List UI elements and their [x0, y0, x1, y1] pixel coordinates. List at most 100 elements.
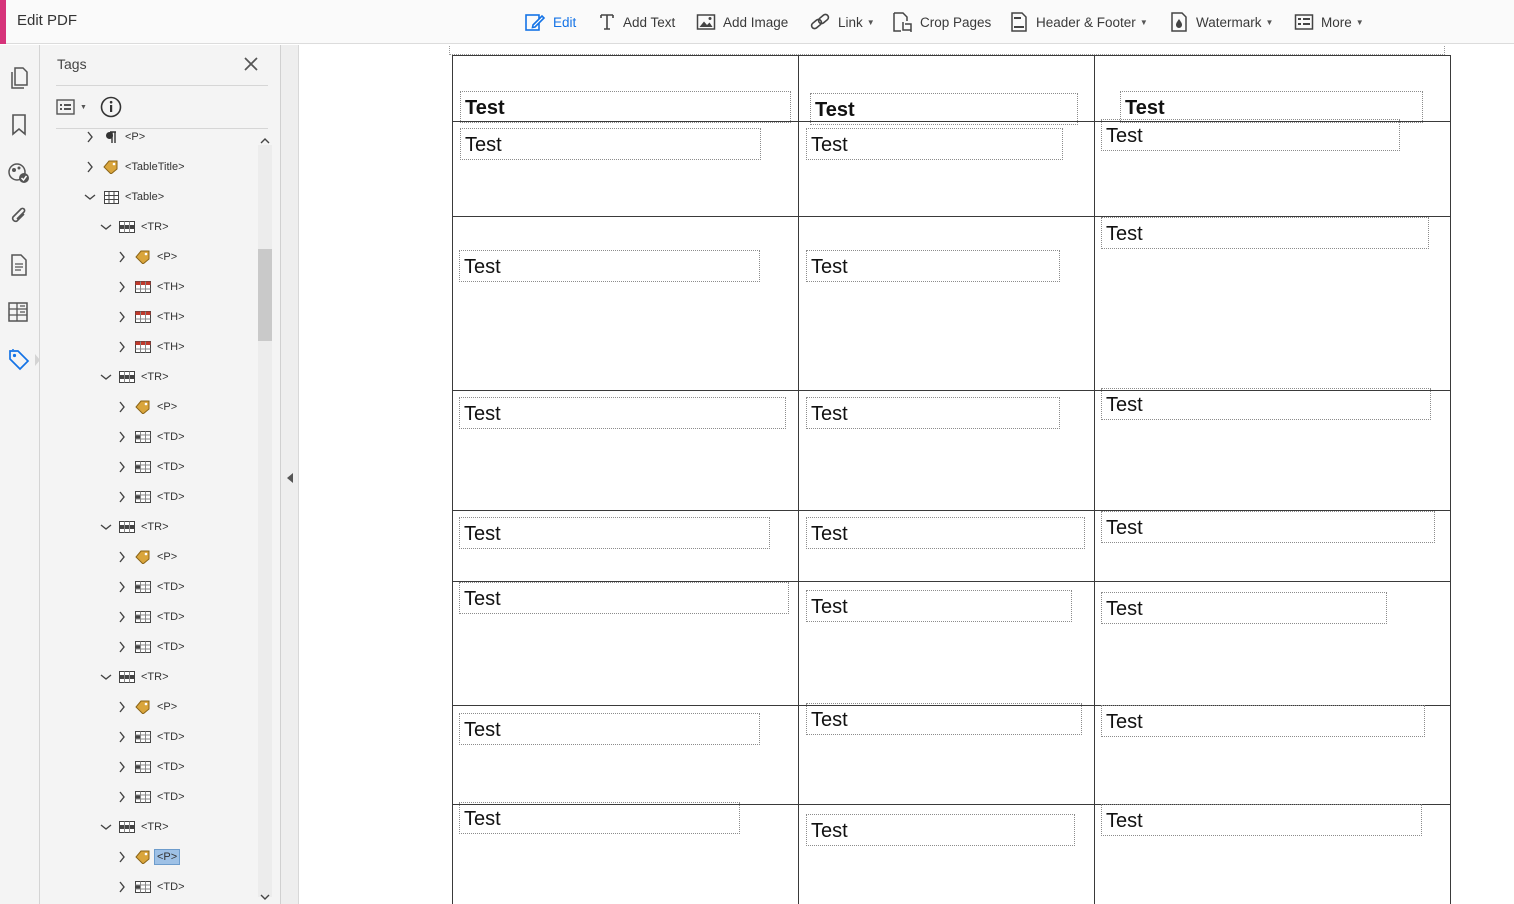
chevron-down-icon[interactable] — [99, 670, 113, 684]
bookmark-icon[interactable] — [7, 113, 31, 137]
text-box[interactable]: Test — [806, 703, 1082, 735]
chevron-down-icon[interactable] — [99, 820, 113, 834]
info-icon[interactable] — [100, 96, 122, 118]
chevron-down-icon[interactable] — [99, 370, 113, 384]
tag-tree-item[interactable]: <TR> — [99, 816, 171, 838]
text-box[interactable]: Test — [1101, 804, 1422, 836]
chevron-down-icon[interactable] — [99, 520, 113, 534]
text-box[interactable]: Test — [459, 397, 786, 429]
link-button[interactable]: Link ▼ — [809, 9, 875, 35]
text-box[interactable]: Test — [459, 517, 770, 549]
chevron-right-icon[interactable] — [115, 610, 129, 624]
tag-tree-item[interactable]: <TD> — [115, 486, 187, 508]
tree-scrollbar[interactable] — [257, 137, 273, 904]
scrollbar-thumb[interactable] — [258, 249, 272, 341]
tag-tree-item[interactable]: <TD> — [115, 606, 187, 628]
tag-tree-item[interactable]: <P> — [115, 846, 181, 868]
chevron-right-icon[interactable] — [115, 730, 129, 744]
tag-tree-item[interactable]: <TR> — [99, 516, 171, 538]
text-box[interactable]: Test — [810, 93, 1078, 125]
text-box[interactable]: Test — [459, 582, 789, 614]
tag-tree-item[interactable]: <TD> — [115, 756, 187, 778]
text-box[interactable]: Test — [806, 517, 1085, 549]
text-box[interactable]: Test — [459, 713, 760, 745]
scroll-down-icon[interactable] — [260, 893, 270, 901]
crop-pages-button[interactable]: Crop Pages — [891, 9, 991, 35]
tag-tree-item[interactable]: <TR> — [99, 666, 171, 688]
text-box[interactable]: Test — [806, 814, 1075, 846]
tags-icon[interactable] — [7, 348, 40, 372]
chevron-right-icon[interactable] — [115, 580, 129, 594]
content-icon[interactable] — [7, 161, 31, 185]
chevron-right-icon[interactable] — [115, 310, 129, 324]
tag-tree-item[interactable]: <TH> — [115, 306, 187, 328]
chevron-right-icon[interactable] — [115, 550, 129, 564]
chevron-right-icon[interactable] — [115, 760, 129, 774]
text-box[interactable]: Test — [806, 590, 1072, 622]
chevron-right-icon[interactable] — [83, 160, 97, 174]
add-text-button[interactable]: Add Text — [598, 9, 675, 35]
tag-tree-item[interactable]: <TD> — [115, 456, 187, 478]
text-box[interactable]: Test — [1101, 217, 1429, 249]
tag-tree-item[interactable]: <TR> — [99, 216, 171, 238]
chevron-right-icon[interactable] — [115, 700, 129, 714]
text-box[interactable]: Test — [460, 91, 791, 123]
watermark-button[interactable]: Watermark ▼ — [1169, 9, 1273, 35]
tag-tree-item[interactable]: <TH> — [115, 276, 187, 298]
chevron-right-icon[interactable] — [115, 850, 129, 864]
text-box[interactable]: Test — [460, 128, 761, 160]
tag-tree-item[interactable]: <TR> — [99, 366, 171, 388]
tag-tree-item[interactable]: <TD> — [115, 786, 187, 808]
text-box[interactable]: Test — [1101, 388, 1431, 420]
panel-splitter[interactable] — [281, 45, 299, 904]
tag-tree-item[interactable]: <Table> — [83, 186, 166, 208]
chevron-right-icon[interactable] — [83, 130, 97, 144]
tag-tree-item[interactable]: <TD> — [115, 636, 187, 658]
header-footer-button[interactable]: Header & Footer ▼ — [1009, 9, 1148, 35]
text-box[interactable]: Test — [1101, 119, 1400, 151]
chevron-right-icon[interactable] — [115, 250, 129, 264]
pages-icon[interactable] — [7, 66, 31, 90]
collapse-panel-icon[interactable] — [286, 473, 294, 483]
text-box[interactable] — [449, 45, 1445, 55]
chevron-down-icon[interactable] — [99, 220, 113, 234]
text-box[interactable]: Test — [459, 802, 740, 834]
text-box[interactable]: Test — [806, 128, 1063, 160]
tag-tree-item[interactable]: <TH> — [115, 336, 187, 358]
text-box[interactable]: Test — [1101, 592, 1387, 624]
tag-tree-item[interactable]: <TD> — [115, 876, 187, 898]
attachments-icon[interactable] — [7, 205, 31, 229]
text-box[interactable]: Test — [1101, 511, 1435, 543]
order-icon[interactable] — [7, 300, 31, 324]
tag-tree-item[interactable]: <TD> — [115, 426, 187, 448]
chevron-right-icon[interactable] — [115, 460, 129, 474]
edit-button[interactable]: Edit — [524, 9, 576, 35]
tag-tree-item[interactable]: <P> — [83, 130, 147, 148]
chevron-right-icon[interactable] — [115, 280, 129, 294]
tag-tree-item[interactable]: <P> — [115, 696, 179, 718]
chevron-down-icon[interactable] — [83, 190, 97, 204]
close-icon[interactable] — [242, 55, 260, 73]
text-box[interactable]: Test — [1101, 705, 1425, 737]
chevron-right-icon[interactable] — [115, 490, 129, 504]
tag-tree-item[interactable]: <TD> — [115, 576, 187, 598]
chevron-right-icon[interactable] — [115, 430, 129, 444]
tag-tree-item[interactable]: <P> — [115, 546, 179, 568]
chevron-right-icon[interactable] — [115, 640, 129, 654]
chevron-right-icon[interactable] — [115, 340, 129, 354]
add-image-button[interactable]: Add Image — [696, 9, 788, 35]
text-box[interactable]: Test — [459, 250, 760, 282]
tag-tree-item[interactable]: <P> — [115, 246, 179, 268]
text-box[interactable]: Test — [806, 250, 1060, 282]
tag-tree-item[interactable]: <P> — [115, 396, 179, 418]
tag-tree-item[interactable]: <TD> — [115, 726, 187, 748]
chevron-right-icon[interactable] — [115, 400, 129, 414]
document-icon[interactable] — [7, 253, 31, 277]
more-button[interactable]: More ▼ — [1294, 9, 1364, 35]
tag-tree-item[interactable]: <TableTitle> — [83, 156, 187, 178]
text-box[interactable]: Test — [806, 397, 1060, 429]
scroll-up-icon[interactable] — [260, 137, 270, 145]
chevron-right-icon[interactable] — [115, 880, 129, 894]
chevron-right-icon[interactable] — [115, 790, 129, 804]
options-menu-button[interactable]: ▼ — [56, 97, 87, 117]
